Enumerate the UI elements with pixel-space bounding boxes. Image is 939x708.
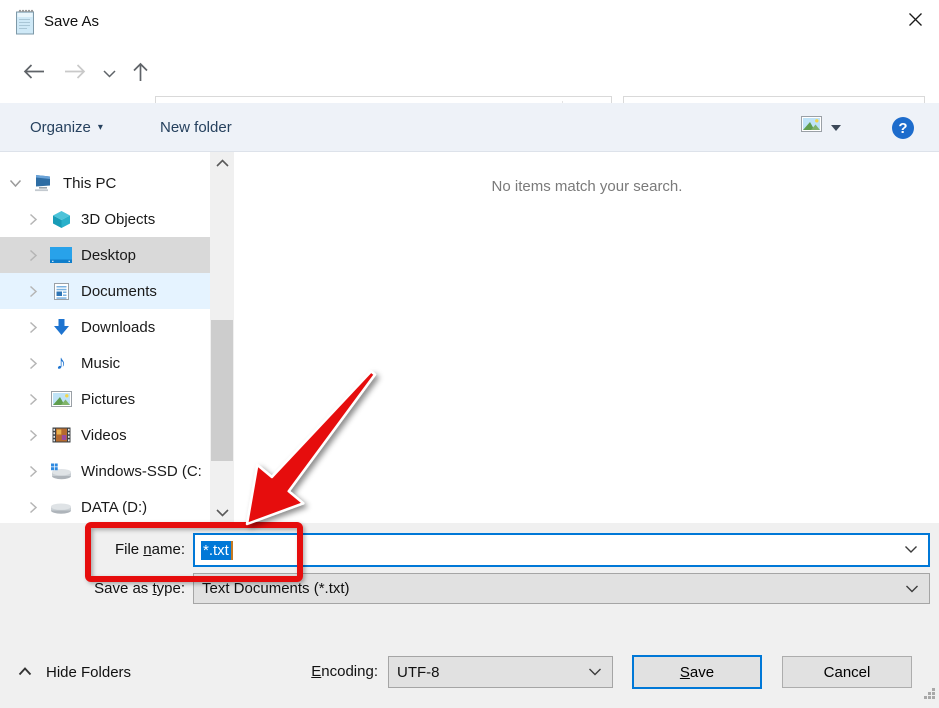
chevron-right-icon[interactable]	[26, 393, 40, 406]
sidebar-item-label: Desktop	[81, 247, 136, 264]
file-name-input[interactable]: *.txt	[193, 533, 930, 567]
encoding-label: Encoding:	[250, 656, 378, 688]
hide-folders-button[interactable]: Hide Folders	[18, 663, 131, 681]
back-button[interactable]	[18, 44, 48, 103]
documents-icon	[49, 282, 73, 301]
chevron-right-icon[interactable]	[26, 501, 40, 514]
chevron-right-icon[interactable]	[26, 213, 40, 226]
help-icon: ?	[898, 120, 907, 137]
scroll-down-button[interactable]	[210, 502, 234, 523]
change-view-button[interactable]	[801, 116, 841, 137]
organize-button[interactable]: Organize ▾	[30, 103, 103, 151]
sidebar-item-music[interactable]: ♪ Music	[0, 345, 210, 381]
chevron-right-icon[interactable]	[26, 249, 40, 262]
sidebar-item-windows-ssd-c[interactable]: Windows-SSD (C:	[0, 453, 210, 489]
videos-icon	[49, 427, 73, 443]
chevron-right-icon[interactable]	[26, 321, 40, 334]
new-folder-button[interactable]: New folder	[160, 103, 232, 151]
sidebar-item-pictures[interactable]: Pictures	[0, 381, 210, 417]
cancel-button[interactable]: Cancel	[782, 656, 912, 688]
sidebar-item-documents[interactable]: Documents	[0, 273, 210, 309]
save-as-type-dropdown-icon	[905, 580, 919, 597]
file-name-label: File name:	[40, 533, 185, 567]
sidebar-item-3d-objects[interactable]: 3D Objects	[0, 201, 210, 237]
sidebar-item-label: Pictures	[81, 391, 135, 408]
sidebar-item-label: Windows-SSD (C:	[81, 463, 202, 480]
file-name-value: *.txt	[201, 541, 231, 560]
save-button[interactable]: Save	[632, 655, 762, 689]
sidebar-item-label: 3D Objects	[81, 211, 155, 228]
notepad-icon	[13, 7, 37, 36]
sidebar-item-desktop[interactable]: Desktop	[0, 237, 210, 273]
hide-folders-label: Hide Folders	[46, 664, 131, 681]
thumbnail-view-icon	[801, 116, 822, 137]
sidebar-item-downloads[interactable]: Downloads	[0, 309, 210, 345]
close-button[interactable]	[897, 5, 933, 39]
sidebar-item-this-pc[interactable]: This PC	[0, 165, 210, 201]
recent-locations-button[interactable]	[96, 44, 122, 103]
pictures-icon	[49, 391, 73, 407]
title-bar: Save As	[0, 0, 939, 44]
new-folder-label: New folder	[160, 119, 232, 136]
downloads-icon	[49, 318, 73, 337]
encoding-value: UTF-8	[397, 664, 440, 681]
desktop-icon	[49, 246, 73, 264]
folder-tree: This PC 3D Objects Desktop Documents Downloa…	[0, 152, 210, 523]
scrollbar-thumb[interactable]	[211, 320, 233, 461]
scroll-up-button[interactable]	[210, 152, 234, 173]
sidebar-item-videos[interactable]: Videos	[0, 417, 210, 453]
save-as-dialog: Save As › This PC › Desktop Search Deskt…	[0, 0, 939, 708]
sidebar-item-data-d[interactable]: DATA (D:)	[0, 489, 210, 523]
close-icon	[907, 11, 924, 33]
scroll-down-icon	[216, 504, 229, 522]
sidebar-item-label: Downloads	[81, 319, 155, 336]
organize-label: Organize	[30, 119, 91, 136]
scroll-up-icon	[216, 154, 229, 172]
sidebar-item-label: This PC	[63, 175, 116, 192]
recent-locations-chevron-icon	[103, 65, 116, 83]
chevron-right-icon[interactable]	[26, 465, 40, 478]
sidebar-item-label: Documents	[81, 283, 157, 300]
text-caret	[231, 541, 233, 560]
drive-icon	[49, 501, 73, 514]
computer-icon	[31, 174, 55, 192]
save-as-type-select[interactable]: Text Documents (*.txt)	[193, 573, 930, 604]
back-icon	[22, 63, 45, 85]
save-as-type-value: Text Documents (*.txt)	[202, 580, 350, 597]
file-list-pane: No items match your search.	[235, 152, 939, 523]
system-drive-icon	[49, 463, 73, 480]
encoding-dropdown-icon	[588, 664, 602, 681]
hide-folders-chevron-icon	[18, 663, 32, 681]
tree-scrollbar[interactable]	[210, 152, 234, 523]
save-as-type-label: Save as type:	[40, 573, 185, 604]
dialog-body: This PC 3D Objects Desktop Documents Downloa…	[0, 152, 939, 523]
up-button[interactable]	[126, 44, 154, 103]
organize-caret-icon: ▾	[98, 122, 103, 133]
encoding-select[interactable]: UTF-8	[388, 656, 613, 688]
chevron-down-icon[interactable]	[8, 179, 22, 188]
dialog-title: Save As	[44, 0, 99, 44]
help-button[interactable]: ?	[892, 117, 914, 139]
sidebar-item-label: DATA (D:)	[81, 499, 147, 516]
music-icon: ♪	[49, 353, 73, 373]
chevron-right-icon[interactable]	[26, 357, 40, 370]
sidebar-item-label: Videos	[81, 427, 127, 444]
cube-icon	[49, 210, 73, 229]
forward-button[interactable]	[60, 44, 90, 103]
dialog-footer: File name: *.txt Save as type: Text Docu…	[0, 523, 939, 708]
forward-icon	[64, 63, 87, 85]
sidebar-item-label: Music	[81, 355, 120, 372]
chevron-right-icon[interactable]	[26, 429, 40, 442]
command-toolbar: Organize ▾ New folder ?	[0, 103, 939, 152]
up-icon	[132, 61, 149, 87]
file-name-dropdown-icon[interactable]	[904, 541, 918, 559]
chevron-right-icon[interactable]	[26, 285, 40, 298]
view-dropdown-icon	[831, 118, 841, 136]
empty-search-message: No items match your search.	[235, 178, 939, 195]
resize-grip-icon[interactable]	[924, 687, 936, 705]
navigation-bar: › This PC › Desktop Search Desktop	[0, 44, 939, 103]
